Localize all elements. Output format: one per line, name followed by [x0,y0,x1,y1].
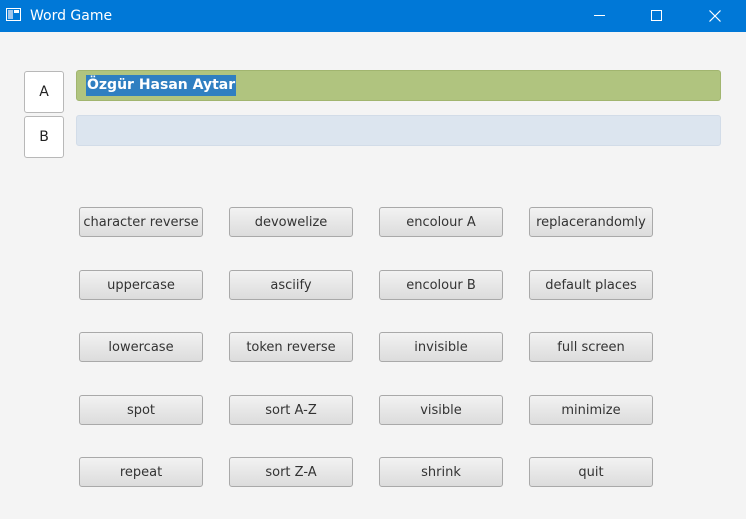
minimize-window-button[interactable] [571,0,629,32]
word-game-window: Word Game A B Özgür Hasan Aytar characte… [0,0,746,519]
encolour-a-button[interactable]: encolour A [379,207,503,237]
character-reverse-button[interactable]: character reverse [79,207,203,237]
devowelize-button[interactable]: devowelize [229,207,353,237]
shrink-button[interactable]: shrink [379,457,503,487]
window-title: Word Game [30,8,113,24]
label-a: A [24,71,64,113]
label-b: B [24,116,64,158]
asciify-button[interactable]: asciify [229,270,353,300]
lowercase-button[interactable]: lowercase [79,332,203,362]
app-window-icon [6,8,21,21]
close-window-button[interactable] [686,0,744,32]
quit-button[interactable]: quit [529,457,653,487]
minimize-button[interactable]: minimize [529,395,653,425]
full-screen-button[interactable]: full screen [529,332,653,362]
sort-z-a-button[interactable]: sort Z-A [229,457,353,487]
text-field-b[interactable] [76,115,721,146]
default-places-button[interactable]: default places [529,270,653,300]
title-bar[interactable]: Word Game [0,0,746,32]
maximize-window-button[interactable] [628,0,686,32]
visible-button[interactable]: visible [379,395,503,425]
close-icon [709,10,721,22]
token-reverse-button[interactable]: token reverse [229,332,353,362]
text-field-a[interactable]: Özgür Hasan Aytar [76,70,721,101]
maximize-icon [651,10,662,21]
invisible-button[interactable]: invisible [379,332,503,362]
uppercase-button[interactable]: uppercase [79,270,203,300]
encolour-b-button[interactable]: encolour B [379,270,503,300]
minimize-icon [594,15,605,16]
repeat-button[interactable]: repeat [79,457,203,487]
text-field-a-value: Özgür Hasan Aytar [86,75,237,96]
replacerandomly-button[interactable]: replacerandomly [529,207,653,237]
spot-button[interactable]: spot [79,395,203,425]
sort-a-z-button[interactable]: sort A-Z [229,395,353,425]
